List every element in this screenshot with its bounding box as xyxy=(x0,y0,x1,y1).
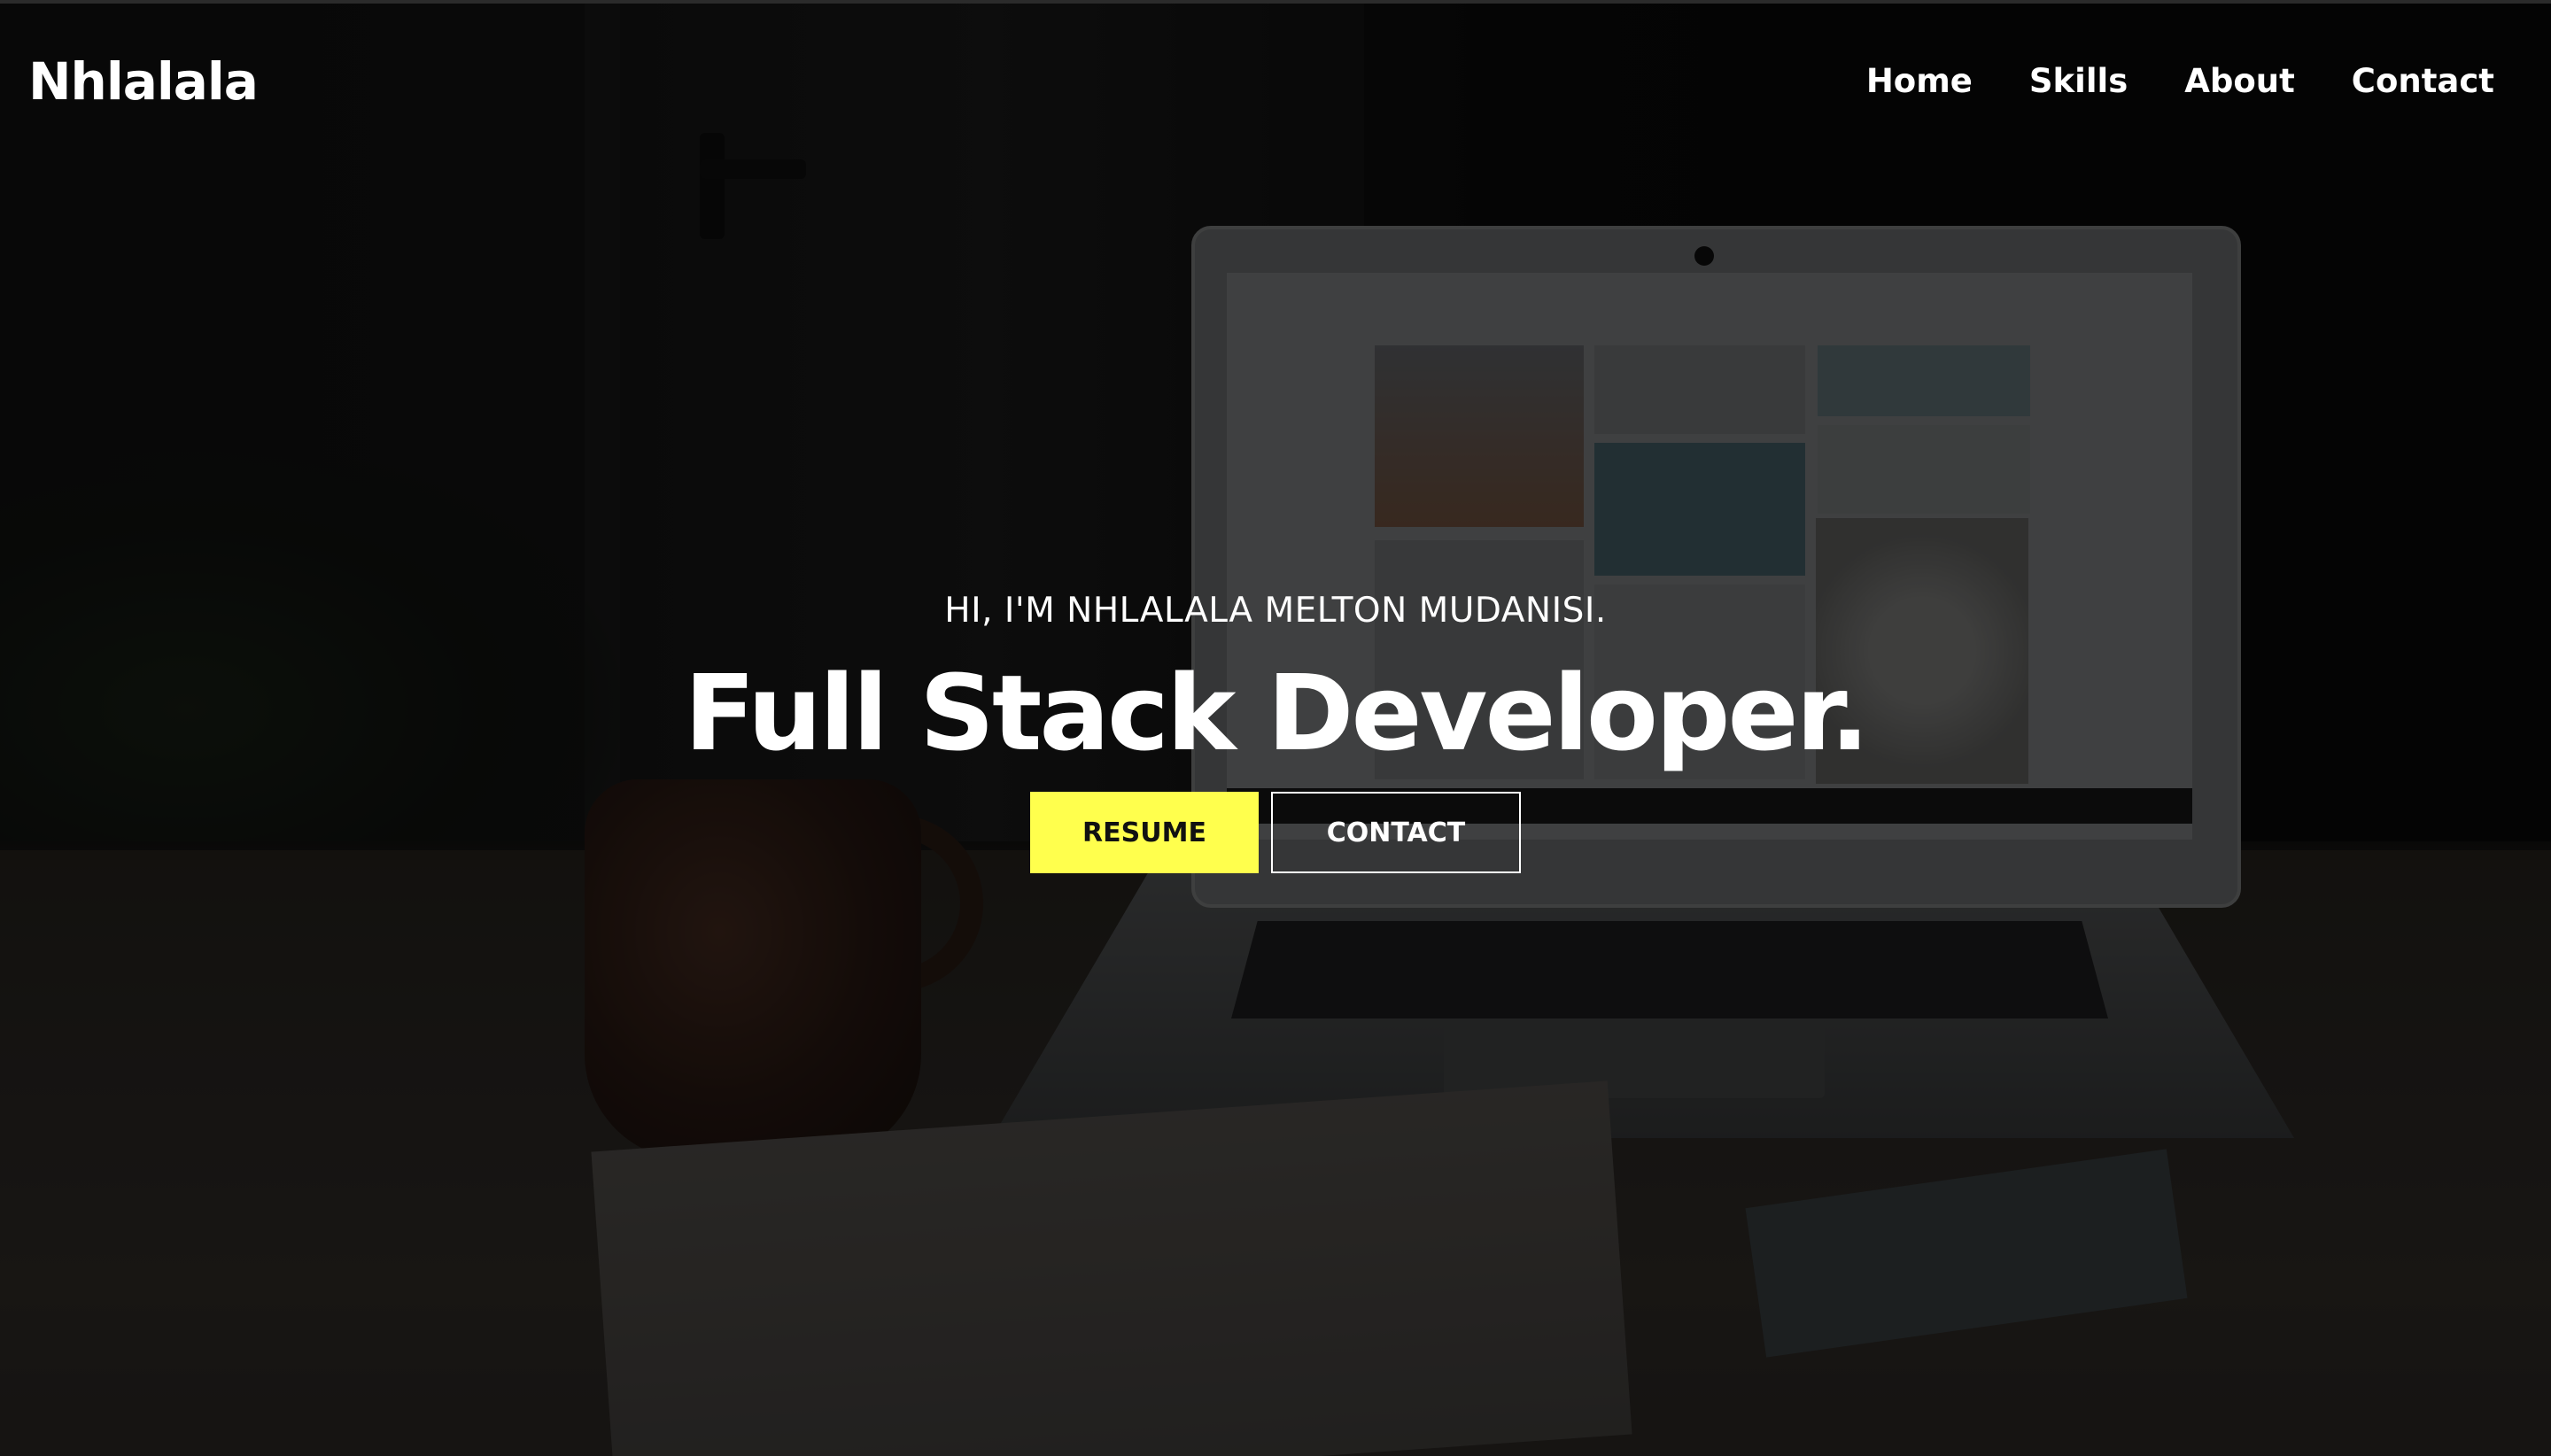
nav-home-link[interactable]: Home xyxy=(1866,57,1973,106)
brand-logo[interactable]: Nhlalala xyxy=(28,49,259,114)
nav-skills-link[interactable]: Skills xyxy=(2029,57,2128,106)
nav-about-link[interactable]: About xyxy=(2184,57,2295,106)
hero-headline: Full Stack Developer. xyxy=(684,652,1869,774)
hero-content: HI, I'M NHLALALA MELTON MUDANISI. Full S… xyxy=(0,585,2551,873)
hero-intro: HI, I'M NHLALALA MELTON MUDANISI. xyxy=(944,591,1607,631)
top-border xyxy=(0,0,2551,4)
main-nav: Home Skills About Contact xyxy=(1866,57,2494,106)
resume-button[interactable]: RESUME xyxy=(1030,792,1259,873)
hero-actions: RESUME CONTACT xyxy=(0,792,2551,873)
nav-contact-link[interactable]: Contact xyxy=(2352,57,2494,106)
contact-button[interactable]: CONTACT xyxy=(1271,792,1521,873)
hero-section: Nhlalala Home Skills About Contact HI, I… xyxy=(0,0,2551,1456)
